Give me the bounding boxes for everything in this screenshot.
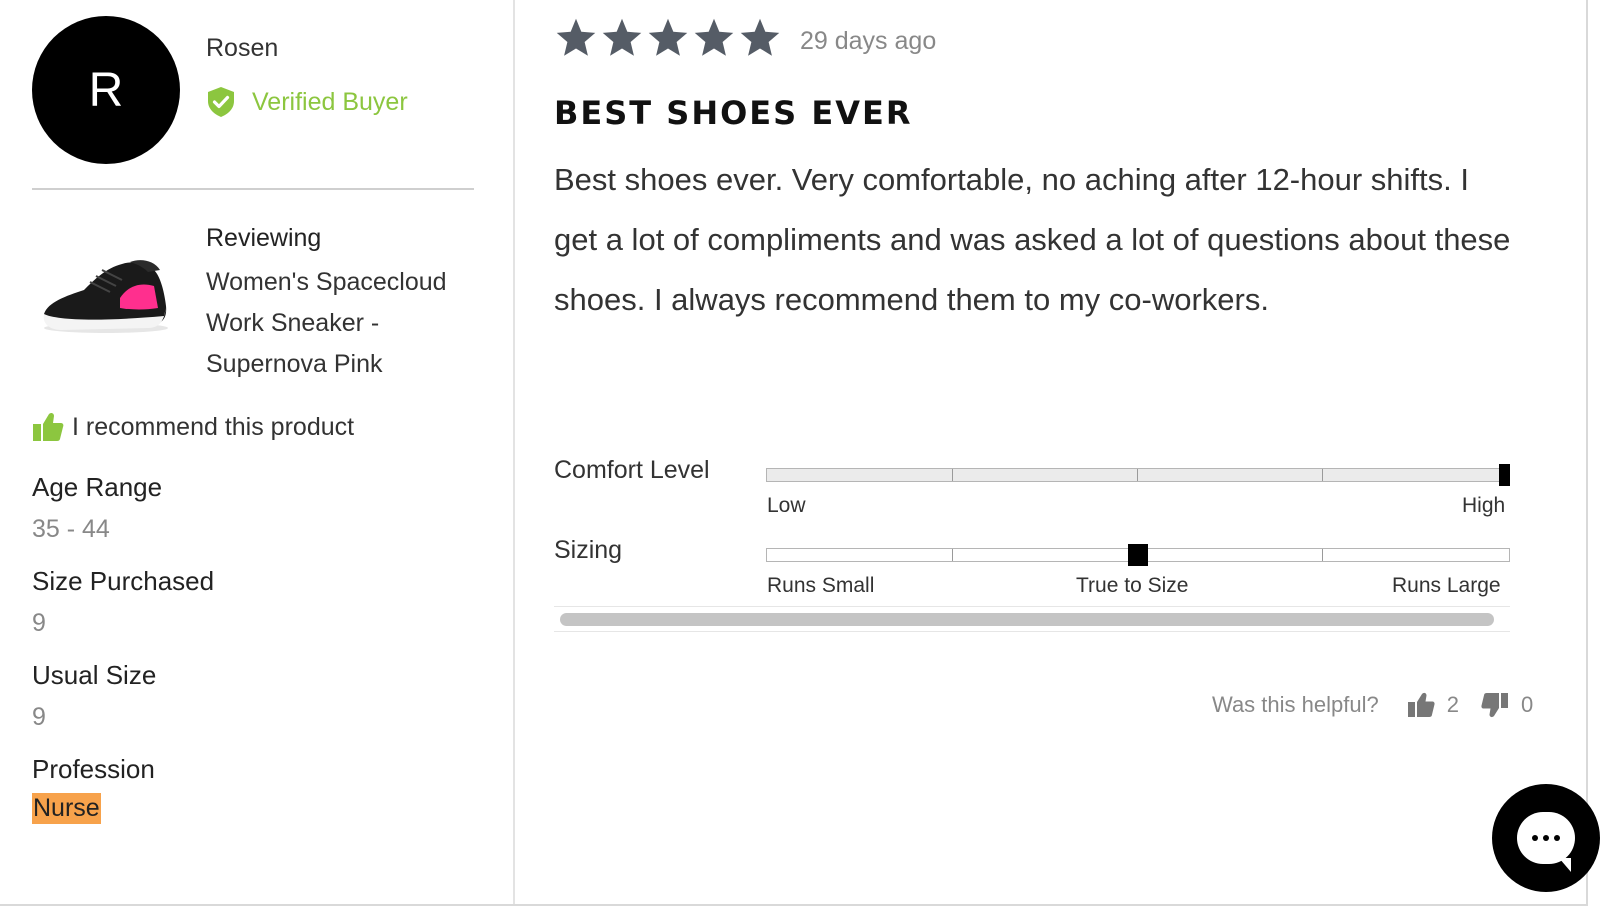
profession-label: Profession <box>32 754 155 784</box>
review-body: Best shoes ever. Very comfortable, no ac… <box>554 162 1511 317</box>
helpful-up-count: 2 <box>1446 692 1459 717</box>
age-range-label: Age Range <box>32 472 163 502</box>
chat-button[interactable] <box>1492 784 1600 892</box>
star-icon <box>556 18 596 56</box>
comfort-level-marker <box>1499 464 1510 486</box>
sizing-scale <box>766 544 1510 566</box>
verified-buyer-badge: Verified Buyer <box>206 86 408 118</box>
thumbs-down-icon[interactable] <box>1481 692 1509 718</box>
age-range-attribute: Age Range 35 - 44 <box>32 472 162 544</box>
scale-tick <box>1137 469 1138 481</box>
horizontal-scrollbar[interactable] <box>554 606 1510 632</box>
helpful-votes: Was this helpful? 2 0 <box>1212 692 1533 718</box>
scale-tick <box>1322 469 1323 481</box>
review-date: 29 days ago <box>800 27 937 55</box>
scale-tick <box>1322 549 1323 561</box>
product-thumbnail[interactable] <box>36 246 174 336</box>
comfort-level-scale <box>766 464 1510 486</box>
usual-size-attribute: Usual Size 9 <box>32 660 156 732</box>
review-page: R Rosen Verified Buyer Reviewing Women's… <box>0 0 1600 916</box>
chat-bubble-icon <box>1517 812 1575 872</box>
thumbs-up-icon <box>33 412 64 441</box>
profession-attribute: Profession Nurse <box>32 754 155 824</box>
sizing-mid-label: True to Size <box>1076 574 1189 597</box>
sizing-marker <box>1128 544 1148 566</box>
star-icon <box>740 18 780 56</box>
comfort-level-label: Comfort Level <box>554 456 710 484</box>
star-rating <box>554 16 782 60</box>
star-icon <box>694 18 734 56</box>
review-title: BEST SHOES EVER <box>554 94 913 132</box>
size-purchased-attribute: Size Purchased 9 <box>32 566 214 638</box>
frame-right-border <box>1586 0 1588 906</box>
sizing-label: Sizing <box>554 536 623 564</box>
recommend-row: I recommend this product <box>32 412 354 442</box>
comfort-low-label: Low <box>767 494 806 517</box>
age-range-value: 35 - 44 <box>32 515 110 543</box>
reviewer-name: Rosen <box>206 34 279 62</box>
sizing-low-label: Runs Small <box>767 574 875 597</box>
product-name-link[interactable]: Women's Spacecloud Work Sneaker - Supern… <box>206 262 486 385</box>
helpful-label: Was this helpful? <box>1212 692 1379 717</box>
scrollbar-thumb[interactable] <box>560 613 1494 626</box>
helpful-down-count: 0 <box>1520 692 1534 717</box>
recommend-label: I recommend this product <box>72 412 355 441</box>
scale-tick <box>952 469 953 481</box>
usual-size-label: Usual Size <box>32 660 157 690</box>
profession-value: Nurse <box>32 793 101 824</box>
verified-shield-icon <box>208 87 234 117</box>
frame-bottom-border <box>0 904 1588 906</box>
avatar: R <box>32 16 180 164</box>
comfort-high-label: High <box>1462 494 1506 517</box>
star-icon <box>602 18 642 56</box>
size-purchased-label: Size Purchased <box>32 566 215 596</box>
avatar-initial: R <box>88 63 124 117</box>
usual-size-value: 9 <box>32 703 46 731</box>
verified-buyer-label: Verified Buyer <box>252 87 408 116</box>
sizing-high-label: Runs Large <box>1392 574 1501 597</box>
column-divider <box>513 0 515 906</box>
thumbs-up-icon[interactable] <box>1407 692 1435 718</box>
star-icon <box>648 18 688 56</box>
size-purchased-value: 9 <box>32 609 46 637</box>
scale-tick <box>952 549 953 561</box>
reviewing-label: Reviewing <box>206 224 322 252</box>
reviewer-divider <box>32 188 474 190</box>
